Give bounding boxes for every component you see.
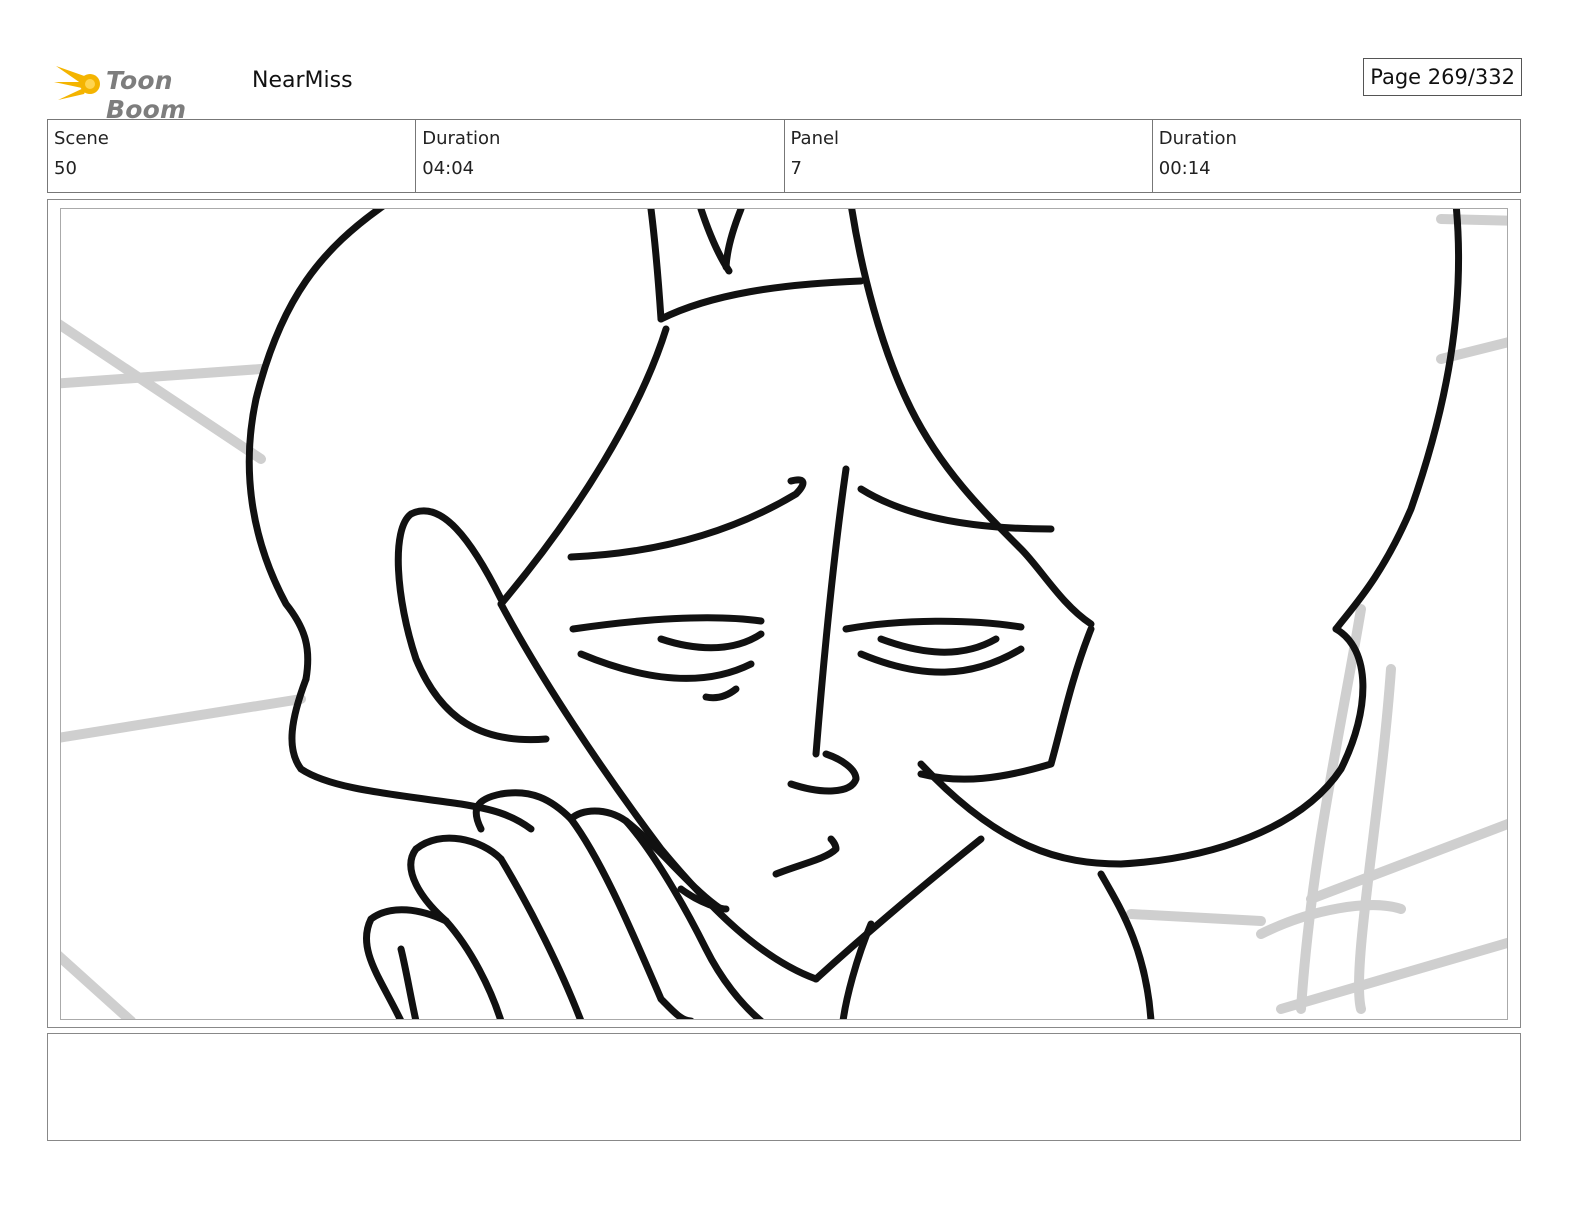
scene-value: 50 xyxy=(54,158,77,179)
panel-duration-cell: Duration 00:14 xyxy=(1153,120,1520,192)
page-indicator: Page 269/332 xyxy=(1363,58,1522,96)
character-line-art xyxy=(245,209,1463,1019)
panel-duration-value: 00:14 xyxy=(1158,158,1211,179)
panel-notes-box xyxy=(47,1033,1521,1141)
scene-cell: Scene 50 xyxy=(48,120,417,192)
panel-value: 7 xyxy=(790,158,802,179)
toon-boom-logo: Toon Boom xyxy=(52,56,242,124)
page-header: Toon Boom NearMiss Page 269/332 xyxy=(48,54,1522,124)
panel-cell: Panel 7 xyxy=(785,120,1153,192)
project-name: NearMiss xyxy=(252,68,353,93)
storyboard-panel-image xyxy=(60,208,1508,1020)
panel-label: Panel xyxy=(790,128,840,149)
logo-text: Toon Boom xyxy=(106,66,187,124)
scene-label: Scene xyxy=(54,128,109,149)
panel-duration-label: Duration xyxy=(1158,128,1237,149)
panel-drawing xyxy=(61,209,1507,1019)
scene-duration-cell: Duration 04:04 xyxy=(416,120,785,192)
scene-duration-label: Duration xyxy=(422,128,501,149)
scene-info-table: Scene 50 Duration 04:04 Panel 7 Duration… xyxy=(47,119,1521,193)
toon-boom-logo-icon xyxy=(54,66,100,100)
storyboard-panel-frame xyxy=(47,199,1521,1028)
scene-duration-value: 04:04 xyxy=(422,158,475,179)
